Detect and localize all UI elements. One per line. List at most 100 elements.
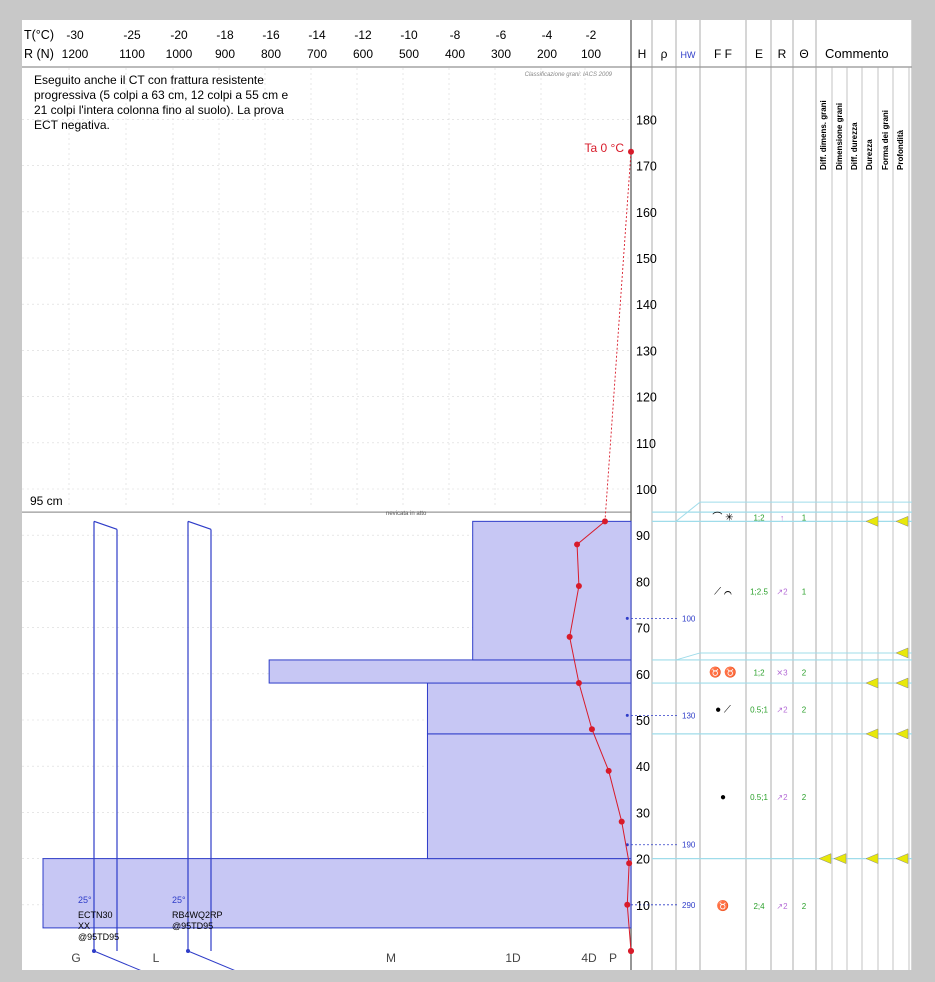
height-tick-label: 100	[636, 483, 657, 497]
marker-triangle	[895, 677, 909, 689]
r-axis-label: R (N)	[24, 47, 54, 61]
temperature-point	[575, 583, 582, 590]
temperature-point	[618, 818, 625, 825]
grain-form: ●	[720, 792, 726, 803]
height-tick-label: 140	[636, 298, 657, 312]
hardness-axis-label: 4D	[581, 951, 597, 965]
column-header: ρ	[661, 47, 668, 61]
test-angle: 25°	[172, 895, 186, 905]
height-tick-label: 80	[636, 575, 650, 589]
t-tick-label: -10	[400, 28, 418, 42]
r-tick-label: 700	[307, 47, 327, 61]
humidity: 2	[802, 793, 807, 802]
t-tick-label: -8	[450, 28, 461, 42]
r-ticks: 1200 1100 1000 900 800 700 600 500 400 300 200 100	[62, 47, 602, 61]
grain-size: 0.5;1	[750, 793, 768, 802]
height-tick-label: 50	[636, 714, 650, 728]
temperature-point	[605, 767, 612, 774]
hardness-code: ✕3	[776, 668, 788, 677]
marker-triangle	[895, 515, 909, 527]
height-tick-label: 120	[636, 391, 657, 405]
hardness-axis: G L M 1D 4D P	[71, 951, 617, 965]
grain-form: ♉	[717, 899, 729, 912]
marker-triangle	[895, 853, 909, 864]
comment-line: progressiva (5 colpi a 63 cm, 12 colpi a…	[34, 88, 288, 102]
t-tick-label: -16	[262, 28, 280, 42]
marker-triangle	[833, 853, 847, 864]
commento-header: Commento	[825, 46, 889, 61]
marker-triangle	[865, 677, 879, 689]
hardness-axis-label: M	[386, 951, 396, 965]
humidity: 2	[802, 705, 807, 714]
layer-connector	[675, 652, 701, 661]
test-label: ECTN30	[78, 910, 113, 920]
humidity: 1	[802, 514, 807, 523]
height-tick-label: 90	[636, 529, 650, 543]
side-column-label: Diff. durezza	[850, 122, 859, 170]
marker-triangle	[895, 647, 909, 659]
height-axis: 10 20 30 40 50 60 70 80 90 100 110 120 130 140 150 160 1…	[636, 113, 657, 912]
hw-value: 190	[682, 841, 696, 850]
test-anchor	[92, 949, 96, 953]
marker-triangle	[865, 853, 879, 864]
hw-point	[625, 616, 629, 620]
test-label: @95TD95	[172, 921, 213, 931]
hardness-axis-label: P	[609, 951, 617, 965]
comment-block: Eseguito anche il CT con frattura resist…	[34, 73, 288, 132]
test-slope	[187, 950, 235, 970]
r-tick-label: 1000	[166, 47, 193, 61]
temperature-point	[566, 633, 573, 640]
height-tick-label: 180	[636, 113, 657, 127]
snow-height-label: 95 cm	[30, 494, 63, 508]
height-tick-label: 60	[636, 668, 650, 682]
side-column-label: Diff. dimens. grani	[819, 100, 828, 170]
marker-triangle	[818, 853, 832, 864]
t-tick-label: -4	[542, 28, 553, 42]
column-header: HW	[681, 50, 696, 60]
hardness-axis-label: G	[71, 951, 80, 965]
height-tick-label: 30	[636, 806, 650, 820]
height-tick-label: 110	[636, 437, 656, 451]
t-tick-label: -20	[170, 28, 188, 42]
r-tick-label: 900	[215, 47, 235, 61]
test-anchor	[186, 949, 190, 953]
r-tick-label: 200	[537, 47, 557, 61]
t-ticks: -30 -25 -20 -18 -16 -14 -12 -10 -8 -6 -4 -2	[66, 28, 596, 42]
r-tick-label: 1100	[119, 47, 145, 61]
air-temperature-point	[628, 148, 634, 155]
snow-profile-sheet: T(°C) R (N) -30 -25 -20 -18 -16 -14 -12 -10 -8 -6…	[22, 20, 912, 970]
air-temp-connector	[604, 151, 632, 522]
t-axis-label: T(°C)	[24, 28, 54, 42]
grain-size: 1;2	[753, 514, 765, 523]
marker-triangle	[865, 728, 879, 740]
hardness-axis-label: L	[153, 951, 160, 965]
temperature-point	[624, 901, 631, 908]
hardness-code: ↗2	[776, 705, 788, 714]
r-tick-label: 600	[353, 47, 373, 61]
t-tick-label: -30	[66, 28, 84, 42]
hardness-code: ↗2	[776, 793, 788, 802]
r-tick-label: 800	[261, 47, 281, 61]
grain-size: 2;4	[753, 902, 765, 911]
column-header: E	[755, 47, 763, 61]
height-tick-label: 10	[636, 899, 650, 913]
grain-form: ● ⟋	[715, 704, 731, 715]
hardness-code: ↗2	[776, 588, 788, 597]
comment-line: Eseguito anche il CT con frattura resist…	[34, 73, 264, 87]
grain-size: 0.5;1	[750, 705, 768, 714]
hw-value: 100	[682, 614, 696, 623]
column-header: Θ	[799, 47, 808, 61]
humidity: 1	[802, 588, 807, 597]
comment-line: 21 colpi l'intera colonna fino al suolo)…	[34, 103, 284, 117]
test-angle: 25°	[78, 895, 92, 905]
r-tick-label: 400	[445, 47, 465, 61]
air-temperature-label: Ta 0 °C	[585, 141, 625, 155]
t-tick-label: -12	[354, 28, 372, 42]
layer-rows: ⌒ ✳ 1;2 ↑ 1 ⟋ ⌒ 1;2.5 ↗2 1 ♉ ♉ 1;2 ✕3 2 ● ⟋ 0.5;1 ↗2 2 ●…	[652, 501, 912, 912]
t-tick-label: -14	[308, 28, 326, 42]
hardness-layer	[426, 733, 632, 860]
humidity: 2	[802, 668, 807, 677]
r-tick-label: 100	[581, 47, 601, 61]
grain-form: ♉ ♉	[709, 665, 737, 678]
column-header: R	[778, 47, 787, 61]
